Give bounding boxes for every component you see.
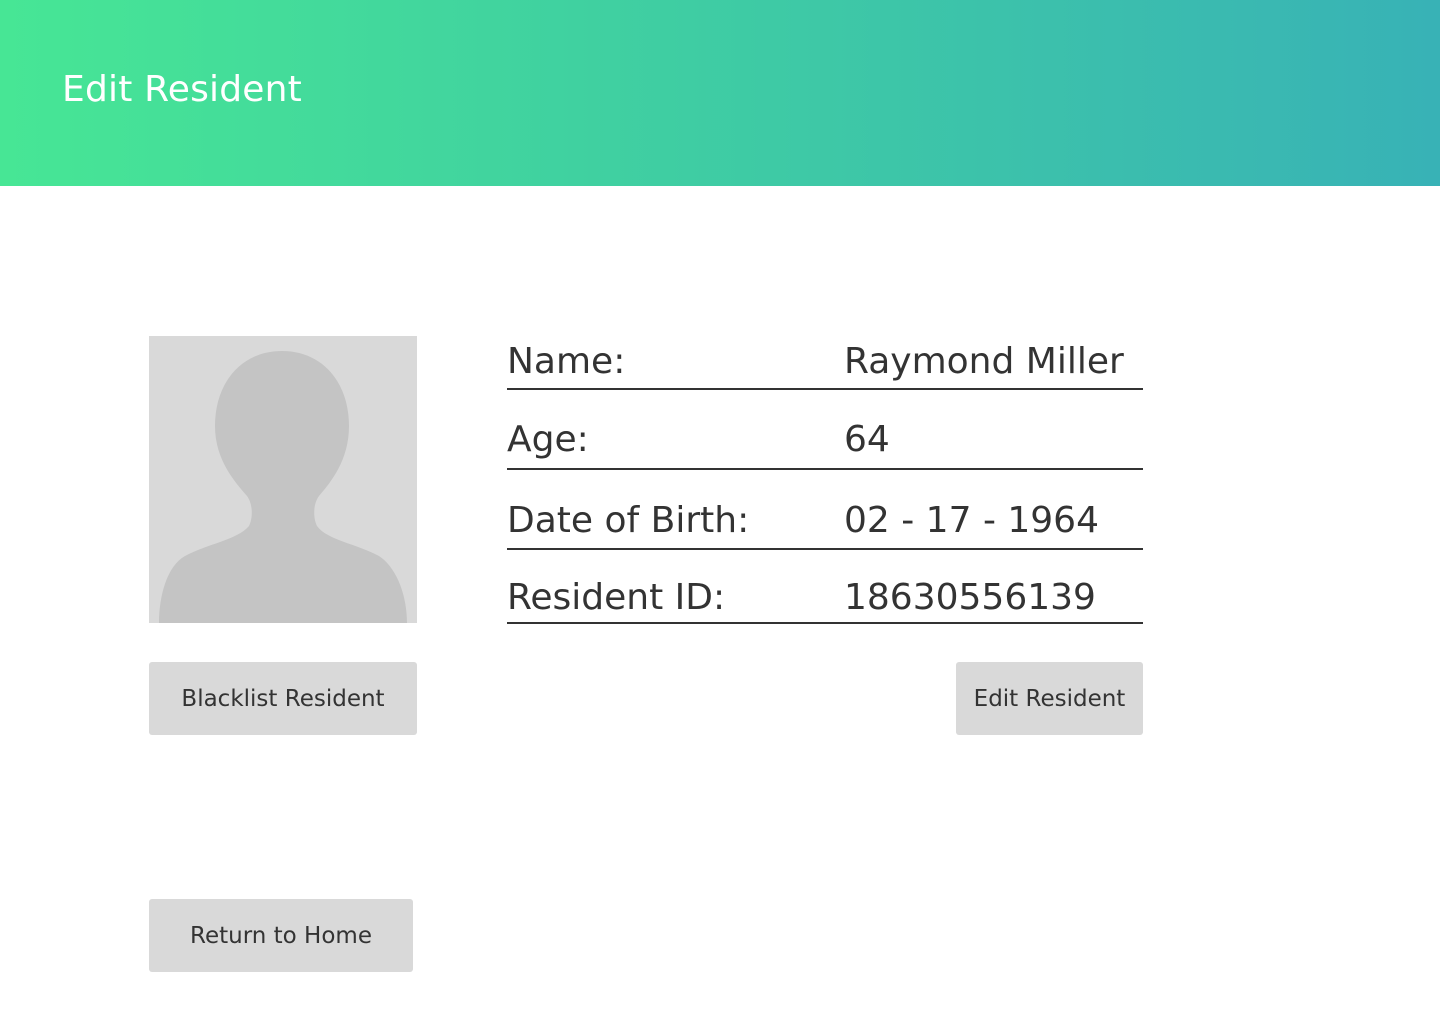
field-value-dob: 02 - 17 - 1964 bbox=[844, 500, 1099, 541]
return-to-home-button[interactable]: Return to Home bbox=[149, 899, 413, 972]
edit-resident-page: Edit Resident Name: Raymond Miller Age: … bbox=[0, 0, 1440, 1024]
page-title: Edit Resident bbox=[62, 69, 302, 110]
person-placeholder-icon bbox=[159, 351, 407, 623]
field-row-name: Name: Raymond Miller bbox=[507, 338, 1143, 390]
resident-avatar bbox=[149, 336, 417, 623]
blacklist-resident-button[interactable]: Blacklist Resident bbox=[149, 662, 417, 735]
page-header: Edit Resident bbox=[0, 0, 1440, 186]
field-label-resident-id: Resident ID: bbox=[507, 577, 726, 618]
field-value-name: Raymond Miller bbox=[844, 341, 1124, 382]
field-label-age: Age: bbox=[507, 419, 589, 460]
field-value-age: 64 bbox=[844, 419, 890, 460]
field-value-resident-id: 18630556139 bbox=[844, 577, 1096, 618]
field-row-resident-id: Resident ID: 18630556139 bbox=[507, 576, 1143, 624]
field-label-dob: Date of Birth: bbox=[507, 500, 750, 541]
field-row-dob: Date of Birth: 02 - 17 - 1964 bbox=[507, 497, 1143, 550]
field-row-age: Age: 64 bbox=[507, 416, 1143, 470]
edit-resident-button[interactable]: Edit Resident bbox=[956, 662, 1143, 735]
field-label-name: Name: bbox=[507, 341, 626, 382]
